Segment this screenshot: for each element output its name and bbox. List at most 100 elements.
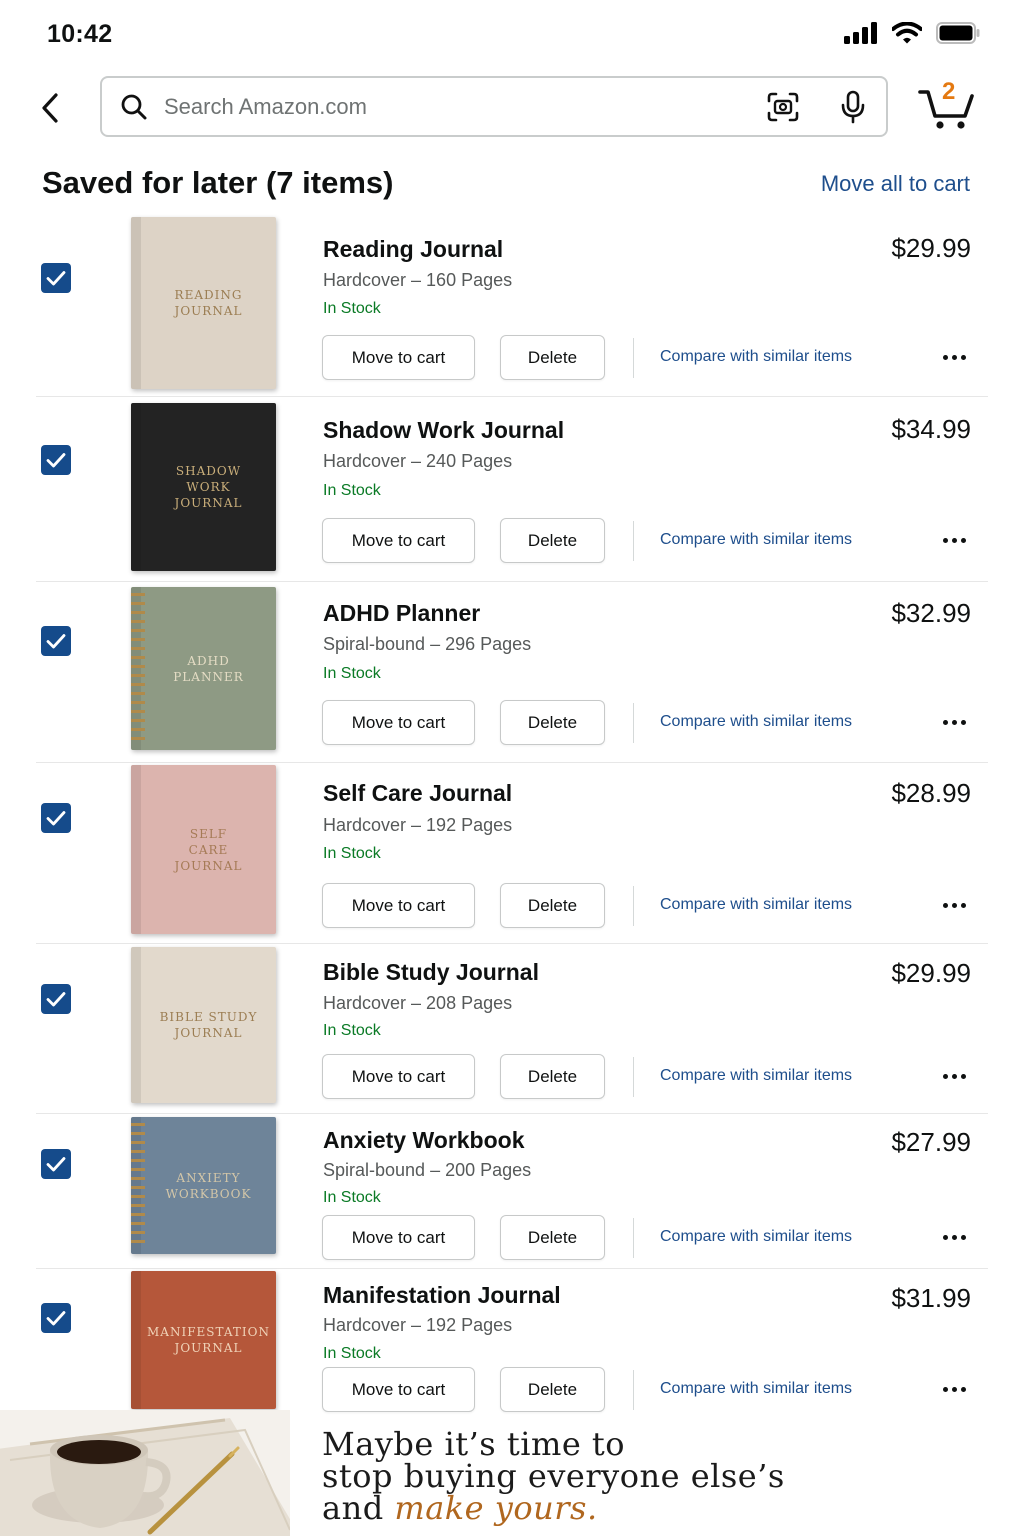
product-cover-image[interactable]: BIBLE STUDY JOURNAL: [131, 947, 276, 1103]
more-options-icon[interactable]: [936, 1379, 972, 1399]
cover-title-text: MANIFESTATION JOURNAL: [147, 1325, 270, 1355]
product-cover-image[interactable]: SHADOW WORK JOURNAL: [131, 403, 276, 571]
more-options-icon[interactable]: [936, 1227, 972, 1247]
item-price: $27.99: [891, 1127, 971, 1157]
compare-similar-link[interactable]: Compare with similar items: [660, 1380, 852, 1398]
search-bar[interactable]: [100, 76, 888, 137]
status-time: 10:42: [47, 20, 113, 48]
compare-similar-link[interactable]: Compare with similar items: [660, 348, 852, 366]
compare-similar-link[interactable]: Compare with similar items: [660, 896, 852, 914]
checkmark-icon: [46, 453, 66, 468]
item-title[interactable]: Anxiety Workbook: [323, 1127, 525, 1154]
item-title[interactable]: Manifestation Journal: [323, 1282, 561, 1309]
item-format: Hardcover – 240 Pages: [323, 451, 513, 471]
delete-button[interactable]: Delete: [500, 883, 605, 928]
cover-title-text: READING JOURNAL: [174, 288, 243, 318]
product-cover-image[interactable]: SELF CARE JOURNAL: [131, 765, 276, 934]
item-stock-status: In Stock: [323, 1022, 381, 1039]
battery-icon: [936, 22, 980, 44]
row-divider: [36, 1268, 988, 1269]
product-cover-image[interactable]: READING JOURNAL: [131, 217, 276, 389]
more-options-icon[interactable]: [936, 1066, 972, 1086]
move-to-cart-button[interactable]: Move to cart: [322, 1215, 475, 1260]
delete-button[interactable]: Delete: [500, 518, 605, 563]
item-title[interactable]: Self Care Journal: [323, 780, 512, 807]
product-cover-image[interactable]: ANXIETY WORKBOOK: [131, 1117, 276, 1254]
more-options-icon[interactable]: [936, 347, 972, 367]
search-input[interactable]: [164, 93, 724, 120]
more-options-icon[interactable]: [936, 895, 972, 915]
move-to-cart-button[interactable]: Move to cart: [322, 1054, 475, 1099]
cover-title-text: BIBLE STUDY JOURNAL: [159, 1010, 258, 1040]
move-all-to-cart-link[interactable]: Move all to cart: [821, 171, 970, 197]
item-stock-status: In Stock: [323, 482, 381, 499]
compare-similar-link[interactable]: Compare with similar items: [660, 713, 852, 731]
item-title[interactable]: Shadow Work Journal: [323, 417, 564, 444]
item-select-checkbox[interactable]: [41, 626, 71, 656]
cart-button[interactable]: 2: [918, 78, 978, 132]
delete-button[interactable]: Delete: [500, 700, 605, 745]
camera-scan-icon[interactable]: [767, 92, 799, 122]
delete-button[interactable]: Delete: [500, 1215, 605, 1260]
checkmark-icon: [46, 992, 66, 1007]
item-format: Hardcover – 192 Pages: [323, 1315, 513, 1335]
back-button[interactable]: [30, 86, 70, 130]
item-select-checkbox[interactable]: [41, 984, 71, 1014]
promo-line-3: and make yours.: [322, 1492, 785, 1524]
item-title[interactable]: ADHD Planner: [323, 600, 480, 627]
item-select-checkbox[interactable]: [41, 803, 71, 833]
cover-spine: [131, 1271, 141, 1409]
move-to-cart-button[interactable]: Move to cart: [322, 883, 475, 928]
action-separator: [633, 886, 634, 926]
delete-button[interactable]: Delete: [500, 1367, 605, 1412]
checkmark-icon: [46, 1311, 66, 1326]
item-format: Spiral-bound – 296 Pages: [323, 634, 532, 654]
move-to-cart-button[interactable]: Move to cart: [322, 335, 475, 380]
microphone-icon[interactable]: [839, 90, 867, 124]
checkmark-icon: [46, 271, 66, 286]
item-select-checkbox[interactable]: [41, 1149, 71, 1179]
item-format: Hardcover – 160 Pages: [323, 270, 513, 290]
item-select-checkbox[interactable]: [41, 445, 71, 475]
more-options-icon[interactable]: [936, 712, 972, 732]
delete-button[interactable]: Delete: [500, 335, 605, 380]
item-title[interactable]: Bible Study Journal: [323, 959, 539, 986]
move-to-cart-button[interactable]: Move to cart: [322, 1367, 475, 1412]
row-divider: [36, 943, 988, 944]
coffee-journal-photo: [0, 1410, 290, 1536]
cover-title-text: ANXIETY WORKBOOK: [165, 1170, 252, 1201]
item-format: Hardcover – 208 Pages: [323, 993, 513, 1013]
item-select-checkbox[interactable]: [41, 263, 71, 293]
item-stock-status: In Stock: [323, 665, 381, 682]
cover-spine: [131, 765, 141, 934]
checkmark-icon: [46, 634, 66, 649]
chevron-left-icon: [42, 93, 58, 123]
row-divider: [36, 396, 988, 397]
cover-title-text: ADHD PLANNER: [173, 653, 244, 684]
promo-line-2: stop buying everyone else’s: [322, 1457, 785, 1495]
cover-title-text: SHADOW WORK JOURNAL: [174, 464, 243, 510]
item-stock-status: In Stock: [323, 1189, 381, 1206]
checkmark-icon: [46, 1157, 66, 1172]
item-title[interactable]: Reading Journal: [323, 236, 503, 263]
compare-similar-link[interactable]: Compare with similar items: [660, 1228, 852, 1246]
compare-similar-link[interactable]: Compare with similar items: [660, 531, 852, 549]
cover-title-text: SELF CARE JOURNAL: [174, 826, 243, 873]
more-options-icon[interactable]: [936, 530, 972, 550]
action-separator: [633, 338, 634, 378]
move-to-cart-button[interactable]: Move to cart: [322, 518, 475, 563]
product-cover-image[interactable]: MANIFESTATION JOURNAL: [131, 1271, 276, 1409]
wifi-icon: [892, 22, 922, 44]
promo-line-3-accent: make yours.: [394, 1489, 598, 1527]
compare-similar-link[interactable]: Compare with similar items: [660, 1067, 852, 1085]
row-divider: [36, 762, 988, 763]
row-divider: [36, 1113, 988, 1114]
status-bar: 10:42: [0, 0, 1024, 70]
action-separator: [633, 521, 634, 561]
item-select-checkbox[interactable]: [41, 1303, 71, 1333]
item-price: $29.99: [891, 958, 971, 988]
product-cover-image[interactable]: ADHD PLANNER: [131, 587, 276, 750]
move-to-cart-button[interactable]: Move to cart: [322, 700, 475, 745]
item-price: $34.99: [891, 414, 971, 444]
delete-button[interactable]: Delete: [500, 1054, 605, 1099]
